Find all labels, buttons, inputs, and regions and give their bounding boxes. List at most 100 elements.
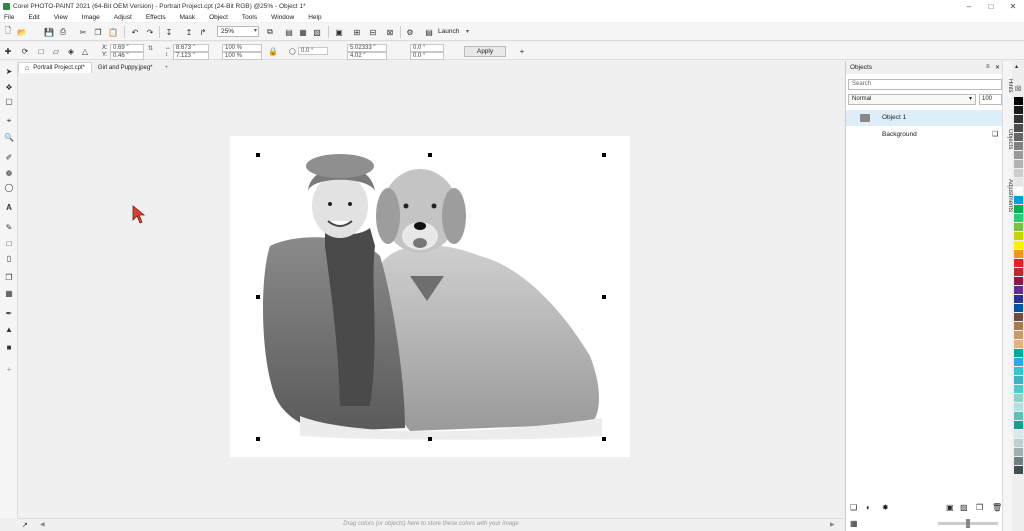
- launch-icon[interactable]: ▤: [424, 27, 434, 37]
- launch-button[interactable]: Launch: [438, 28, 459, 35]
- scale-x-field[interactable]: 100 %: [222, 44, 262, 52]
- selection-handle[interactable]: [256, 295, 260, 299]
- color-swatch[interactable]: [1014, 259, 1023, 267]
- color-swatch[interactable]: [1014, 178, 1023, 186]
- selection-handle[interactable]: [428, 437, 432, 441]
- offset-1-field[interactable]: 0.0 °: [410, 44, 444, 52]
- color-swatch[interactable]: [1014, 250, 1023, 258]
- menu-view[interactable]: View: [54, 14, 68, 21]
- menu-window[interactable]: Window: [271, 14, 294, 21]
- palette-menu-icon[interactable]: ▴: [1015, 63, 1018, 70]
- selection-handle[interactable]: [602, 437, 606, 441]
- color-swatch[interactable]: [1014, 412, 1023, 420]
- color-swatch[interactable]: [1014, 169, 1023, 177]
- color-swatch[interactable]: [1014, 403, 1023, 411]
- cut-icon[interactable]: ✂: [78, 27, 88, 37]
- pick-tool-icon[interactable]: ➤: [3, 65, 15, 77]
- color-swatch[interactable]: [1014, 304, 1023, 312]
- color-swatch[interactable]: [1014, 358, 1023, 366]
- tab-adjustments[interactable]: Adjustments: [1003, 179, 1013, 212]
- effects-icon[interactable]: ✸: [882, 503, 889, 512]
- new-mask-icon[interactable]: ◐: [866, 503, 871, 512]
- menu-edit[interactable]: Edit: [28, 14, 39, 21]
- width-field[interactable]: 8.673 ": [173, 44, 209, 52]
- move-tool-icon[interactable]: ✚: [3, 46, 13, 56]
- zoom-fit-icon[interactable]: ⧉: [265, 27, 275, 37]
- color-swatch[interactable]: [1014, 97, 1023, 105]
- snap-options-icon[interactable]: ⊠: [385, 27, 395, 37]
- undo-icon[interactable]: ↶: [130, 27, 140, 37]
- color-swatch[interactable]: [1014, 277, 1023, 285]
- merge-icon[interactable]: ▨: [960, 503, 968, 512]
- options-gear-icon[interactable]: ⚙: [405, 27, 415, 37]
- height-field[interactable]: 7.123 ": [173, 52, 209, 60]
- color-swatch[interactable]: [1014, 142, 1023, 150]
- color-swatch[interactable]: [1014, 340, 1023, 348]
- export-web-icon[interactable]: ↱: [198, 27, 208, 37]
- color-swatch[interactable]: [1014, 457, 1023, 465]
- document-page[interactable]: [230, 136, 630, 457]
- paste-icon[interactable]: 📋: [108, 27, 118, 37]
- color-swatch[interactable]: [1014, 187, 1023, 195]
- align-icon[interactable]: ▤: [284, 27, 294, 37]
- color-swatch[interactable]: [1014, 295, 1023, 303]
- menu-object[interactable]: Object: [209, 14, 228, 21]
- open-folder-icon[interactable]: 📂: [17, 27, 27, 37]
- eraser-icon[interactable]: ▯: [3, 252, 15, 264]
- no-color-icon[interactable]: ☒: [1015, 85, 1021, 93]
- tab-portrait-project[interactable]: ⌂ Portrait Project.cpt*: [18, 62, 92, 73]
- maximize-button[interactable]: □: [980, 0, 1002, 12]
- mask-marquee-icon[interactable]: ▣: [334, 27, 344, 37]
- color-swatch[interactable]: [1014, 322, 1023, 330]
- menu-image[interactable]: Image: [82, 14, 100, 21]
- color-swatch[interactable]: [1014, 376, 1023, 384]
- color-swatch[interactable]: [1014, 385, 1023, 393]
- blend-mode-select[interactable]: Normal ▾: [848, 94, 976, 105]
- color-swatch[interactable]: [1014, 223, 1023, 231]
- color-swatch[interactable]: [1014, 268, 1023, 276]
- redo-icon[interactable]: ↷: [145, 27, 155, 37]
- perspective-icon[interactable]: △: [80, 46, 90, 56]
- selection-handle[interactable]: [602, 153, 606, 157]
- color-swatch[interactable]: [1014, 421, 1023, 429]
- color-picker-icon[interactable]: ✒: [3, 307, 15, 319]
- new-object-icon[interactable]: ❏: [850, 503, 857, 512]
- tab-girl-and-puppy[interactable]: Girl and Puppy.jpeg*: [92, 62, 159, 73]
- snap-icon[interactable]: ⊟: [368, 27, 378, 37]
- add-tab-button[interactable]: +: [159, 62, 175, 73]
- menu-file[interactable]: File: [4, 14, 14, 21]
- eyedropper-icon[interactable]: ✐: [3, 151, 15, 163]
- text-tool-icon[interactable]: A: [3, 201, 15, 213]
- color-swatch[interactable]: [1014, 466, 1023, 474]
- save-icon[interactable]: 💾: [44, 27, 54, 37]
- scale-icon[interactable]: □: [36, 46, 46, 56]
- clone-tool-icon[interactable]: ❐: [3, 271, 15, 283]
- menu-effects[interactable]: Effects: [146, 14, 166, 21]
- color-swatch[interactable]: [1014, 196, 1023, 204]
- menu-adjust[interactable]: Adjust: [114, 14, 132, 21]
- combine-icon[interactable]: ▣: [946, 503, 954, 512]
- lock-icon[interactable]: ❏: [992, 127, 998, 143]
- slider-handle[interactable]: [966, 519, 970, 528]
- mask-transform-icon[interactable]: ▢: [3, 95, 15, 107]
- chevron-down-icon[interactable]: ▾: [466, 28, 469, 35]
- selection-handle[interactable]: [256, 153, 260, 157]
- color-swatch[interactable]: [1014, 205, 1023, 213]
- add-icon[interactable]: +: [517, 46, 527, 56]
- menu-tools[interactable]: Tools: [242, 14, 257, 21]
- lasso-icon[interactable]: ◯: [3, 181, 15, 193]
- print-icon[interactable]: ⎙: [58, 27, 68, 37]
- zoom-tool-icon[interactable]: 🔍: [3, 131, 15, 143]
- objects-search-input[interactable]: Search: [848, 79, 1002, 90]
- color-swatch[interactable]: [1014, 214, 1023, 222]
- new-document-icon[interactable]: 🗋: [3, 26, 13, 37]
- spin-arrows-icon[interactable]: ⇅: [148, 45, 153, 52]
- color-swatch[interactable]: [1014, 151, 1023, 159]
- y-position-field[interactable]: 0.46 ": [110, 52, 144, 60]
- tab-hints[interactable]: Hints: [1003, 79, 1013, 93]
- palette-hint[interactable]: Drag colors (or objects) here to store t…: [18, 521, 844, 527]
- copy-icon[interactable]: ❐: [93, 27, 103, 37]
- tab-objects[interactable]: Objects: [1003, 129, 1013, 149]
- fill-tool-icon[interactable]: ▲: [3, 323, 15, 335]
- thumbnail-size-slider[interactable]: [938, 519, 998, 528]
